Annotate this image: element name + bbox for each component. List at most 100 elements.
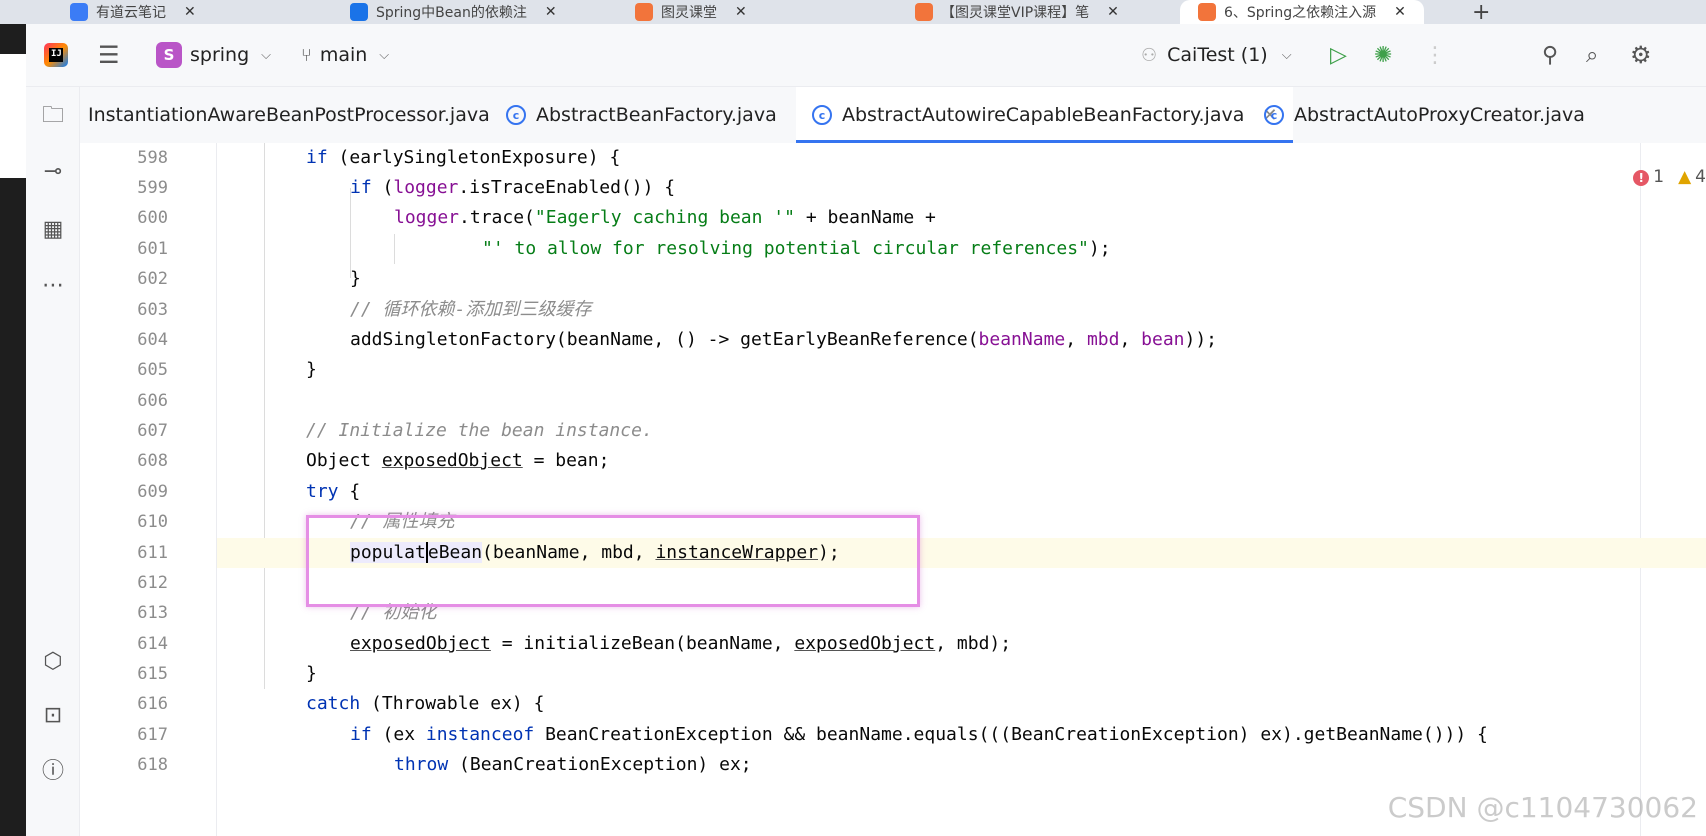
code-line: addSingletonFactory(beanName, () -> getE… xyxy=(350,329,1218,350)
problems-icon[interactable]: ⓘ xyxy=(39,755,67,784)
gear-icon[interactable]: ⚙ xyxy=(1630,24,1652,86)
code-line: } xyxy=(350,268,361,289)
code-editor[interactable]: 598 599 600 601 602 603 604 605 606 607 … xyxy=(80,143,1706,836)
chevron-down-icon: ⌵ xyxy=(1281,47,1292,63)
desktop-background: ➤ xyxy=(0,24,26,836)
code-line: // 循环依赖-添加到三级缓存 xyxy=(350,299,592,320)
run-configuration-selector[interactable]: ⚇ CaiTest (1) ⌵ xyxy=(1141,24,1292,86)
debug-bug-icon[interactable]: ✺ xyxy=(1374,24,1392,86)
branch-name: main xyxy=(319,44,368,66)
line-number: 601 xyxy=(137,239,168,259)
code-line: catch (Throwable ex) { xyxy=(306,693,545,714)
editor-tab[interactable]: c AbstractAutoProxyCreator.java xyxy=(1264,87,1585,143)
java-class-icon: c xyxy=(812,105,832,125)
code-line: if (ex instanceof BeanCreationException … xyxy=(350,724,1488,745)
annotation-highlight-box xyxy=(306,515,920,607)
close-icon[interactable]: ✕ xyxy=(735,4,747,20)
line-number: 608 xyxy=(137,451,168,471)
watermark: CSDN @c1104730062 xyxy=(1387,791,1698,824)
site-icon xyxy=(1198,3,1216,21)
intellij-logo-icon[interactable]: IJ xyxy=(44,24,68,86)
line-number: 615 xyxy=(137,664,168,684)
git-branch-icon: ⑂ xyxy=(301,44,312,66)
error-count[interactable]: ! 1 xyxy=(1633,167,1664,187)
code-with-me-add-user-icon[interactable]: ⚲ xyxy=(1542,24,1558,86)
error-icon: ! xyxy=(1633,170,1650,186)
close-icon[interactable]: ✕ xyxy=(1394,4,1406,20)
background-window-edge xyxy=(0,54,26,178)
code-line: if (logger.isTraceEnabled()) { xyxy=(350,177,676,198)
warning-count[interactable]: ▲ 4 xyxy=(1678,167,1706,187)
browser-tab[interactable]: 有道云笔记 ✕ xyxy=(70,0,196,24)
project-folder-icon[interactable]: 🗀 xyxy=(39,103,67,131)
browser-tab-active[interactable]: 6、Spring之依赖注入源 ✕ xyxy=(1180,0,1424,24)
line-number: 599 xyxy=(137,178,168,198)
code-line: Object exposedObject = bean; xyxy=(306,450,610,471)
line-number: 618 xyxy=(137,755,168,775)
more-tool-windows-icon[interactable]: ⋯ xyxy=(39,271,67,299)
close-icon[interactable]: ✕ xyxy=(1107,4,1119,20)
ide-window: IJ ☰ S spring ⌵ ⑂ main ⌵ ⚇ CaiTest (1) ⌵… xyxy=(26,24,1706,836)
main-menu-icon[interactable]: ☰ xyxy=(98,24,120,86)
services-run-icon[interactable]: ⬡ xyxy=(39,647,67,675)
editor-tab-active[interactable]: c AbstractAutowireCapableBeanFactory.jav… xyxy=(796,87,1294,143)
line-number: 616 xyxy=(137,694,168,714)
line-number: 604 xyxy=(137,330,168,350)
code-line: throw (BeanCreationException) ex; xyxy=(394,754,752,775)
line-number-gutter: 598 599 600 601 602 603 604 605 606 607 … xyxy=(80,143,217,836)
new-tab-icon[interactable]: + xyxy=(1472,0,1490,24)
mouse-pointer-icon: ➤ xyxy=(0,124,19,149)
browser-tab[interactable]: Spring中Bean的依赖注 ✕ xyxy=(350,0,557,24)
run-icon[interactable]: ▷ xyxy=(1330,24,1347,86)
inspection-widget[interactable]: ! 1 ▲ 4 xyxy=(1633,167,1706,187)
code-line: try { xyxy=(306,481,361,502)
search-icon[interactable]: ⌕ xyxy=(1586,24,1598,86)
editor-tab-bar: InstantiationAwareBeanPostProcessor.java… xyxy=(80,87,1706,144)
code-line: "' to allow for resolving potential circ… xyxy=(482,238,1111,259)
browser-tab[interactable]: 【图灵课堂VIP课程】笔 ✕ xyxy=(915,0,1119,24)
java-class-icon: c xyxy=(1264,105,1284,125)
code-line: exposedObject = initializeBean(beanName,… xyxy=(350,633,1012,654)
more-actions-icon[interactable]: ⋮ xyxy=(1424,24,1446,86)
site-icon xyxy=(915,3,933,21)
main-toolbar: IJ ☰ S spring ⌵ ⑂ main ⌵ ⚇ CaiTest (1) ⌵… xyxy=(26,24,1706,87)
tab-label: InstantiationAwareBeanPostProcessor.java xyxy=(88,104,490,126)
note-app-icon xyxy=(70,3,88,21)
line-number: 617 xyxy=(137,725,168,745)
code-line: if (earlySingletonExposure) { xyxy=(306,147,621,168)
close-icon[interactable]: ✕ xyxy=(545,4,557,20)
line-number: 598 xyxy=(137,148,168,168)
editor-tab[interactable]: c AbstractBeanFactory.java xyxy=(506,87,777,143)
structure-icon[interactable]: ▦ xyxy=(39,215,67,243)
line-number: 607 xyxy=(137,421,168,441)
code-line: } xyxy=(306,359,317,380)
code-line: // Initialize the bean instance. xyxy=(306,420,653,441)
browser-tab-strip: 有道云笔记 ✕ Spring中Bean的依赖注 ✕ 图灵课堂 ✕ 【图灵课堂VI… xyxy=(0,0,1706,24)
close-icon[interactable]: ✕ xyxy=(184,4,196,20)
line-number: 613 xyxy=(137,603,168,623)
line-number: 609 xyxy=(137,482,168,502)
tool-window-stripe: 🗀 ⊸ ▦ ⋯ ⬡ ⊡ ⓘ xyxy=(26,87,80,836)
line-number: 614 xyxy=(137,634,168,654)
project-name: spring xyxy=(190,44,250,66)
line-number: 606 xyxy=(137,391,168,411)
code-line: } xyxy=(306,663,317,684)
line-number: 605 xyxy=(137,360,168,380)
site-icon xyxy=(635,3,653,21)
run-config-icon: ⚇ xyxy=(1141,44,1158,66)
browser-tab[interactable]: 图灵课堂 ✕ xyxy=(635,0,747,24)
line-number: 600 xyxy=(137,208,168,228)
site-icon xyxy=(350,3,368,21)
editor-tab[interactable]: InstantiationAwareBeanPostProcessor.java xyxy=(88,87,490,143)
branch-selector[interactable]: ⑂ main ⌵ xyxy=(301,24,389,86)
warning-icon: ▲ xyxy=(1678,167,1692,187)
line-number: 603 xyxy=(137,300,168,320)
line-number: 610 xyxy=(137,512,168,532)
terminal-icon[interactable]: ⊡ xyxy=(39,701,67,729)
project-selector[interactable]: S spring ⌵ xyxy=(156,24,271,86)
java-class-icon: c xyxy=(506,105,526,125)
commit-icon[interactable]: ⊸ xyxy=(39,157,67,185)
tab-label: AbstractAutoProxyCreator.java xyxy=(1294,104,1585,126)
tab-label: AbstractBeanFactory.java xyxy=(536,104,777,126)
